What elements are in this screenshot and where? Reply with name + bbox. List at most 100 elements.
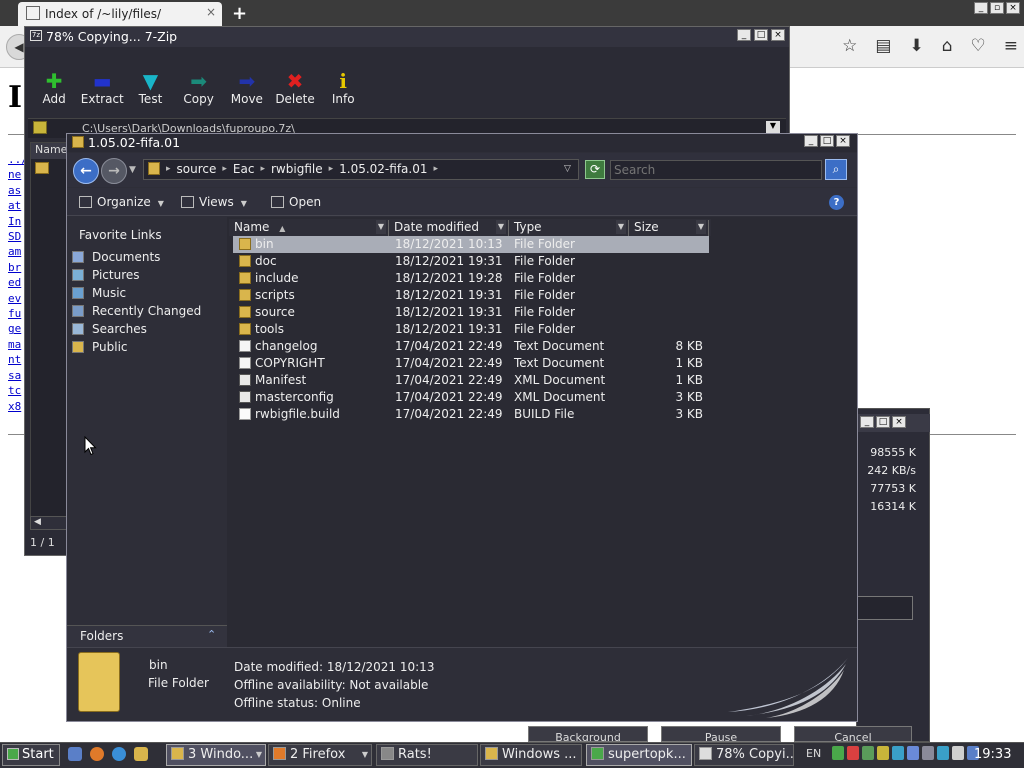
folder-up-icon[interactable] <box>33 121 47 134</box>
breadcrumb-item[interactable]: 1.05.02-fifa.01 <box>339 162 427 177</box>
back-button[interactable]: ← <box>73 158 99 184</box>
toolbar-delete-button[interactable]: ✖ Delete <box>271 70 319 106</box>
start-button[interactable]: Start <box>2 744 60 766</box>
star-icon[interactable]: ☆ <box>842 36 857 56</box>
chevron-right-icon[interactable]: ▸ <box>166 162 171 177</box>
security-icon[interactable] <box>847 746 859 760</box>
search-icon[interactable]: ⌕ <box>825 159 847 180</box>
breadcrumb-item[interactable]: Eac <box>233 162 255 177</box>
chevron-down-icon[interactable]: ▽ <box>564 164 571 174</box>
chevron-right-icon[interactable]: ▸ <box>222 162 227 177</box>
tray-icon[interactable] <box>907 746 919 760</box>
sidebar-item-music[interactable]: Music <box>72 286 126 300</box>
tray-icon[interactable] <box>892 746 904 760</box>
tab-close-icon[interactable]: × <box>206 5 216 19</box>
table-row[interactable]: include 18/12/2021 19:28 File Folder <box>233 270 709 287</box>
chevron-down-icon[interactable]: ▼ <box>376 220 386 234</box>
taskbar-button[interactable]: supertopk... <box>586 744 692 766</box>
tray-icon[interactable] <box>922 746 934 760</box>
column-header-type[interactable]: Type ▼ <box>509 220 629 236</box>
minimize-button[interactable]: _ <box>974 2 988 14</box>
maximize-button[interactable]: □ <box>820 135 834 147</box>
toolbar-test-button[interactable]: ▼ Test <box>126 70 174 106</box>
tray-icon[interactable] <box>832 746 844 760</box>
table-row[interactable]: bin 18/12/2021 10:13 File Folder <box>233 236 709 253</box>
table-row[interactable]: scripts 18/12/2021 19:31 File Folder <box>233 287 709 304</box>
pocket-icon[interactable]: ♡ <box>971 36 986 56</box>
column-header-date[interactable]: Date modified ▼ <box>389 220 509 236</box>
sidebar-item-recently-changed[interactable]: Recently Changed <box>72 304 201 318</box>
table-row[interactable]: tools 18/12/2021 19:31 File Folder <box>233 321 709 338</box>
menu-icon[interactable]: ≡ <box>1004 36 1018 56</box>
table-row[interactable]: changelog 17/04/2021 22:49 Text Document 8 … <box>233 338 709 355</box>
toolbar-add-button[interactable]: ✚ Add <box>30 70 78 106</box>
recent-pages-dropdown[interactable]: ▼ <box>129 165 136 175</box>
toolbar-info-button[interactable]: i Info <box>319 70 367 106</box>
refresh-button[interactable]: ⟳ <box>585 160 605 179</box>
7zip-column-name[interactable]: Name <box>31 143 67 159</box>
chevron-right-icon[interactable]: ▸ <box>433 162 438 177</box>
open-button[interactable]: Open <box>271 195 321 209</box>
taskbar-button[interactable]: Windows ... <box>480 744 582 766</box>
sidebar-item-documents[interactable]: Documents <box>72 250 160 264</box>
restore-button[interactable]: ▫ <box>990 2 1004 14</box>
close-button[interactable]: × <box>771 29 785 41</box>
maximize-button[interactable]: □ <box>876 416 890 428</box>
taskbar-button[interactable]: 78% Copyi... <box>694 744 794 766</box>
minimize-button[interactable]: _ <box>860 416 874 428</box>
browser-tab[interactable]: Index of /~lily/files/ × <box>18 2 222 26</box>
sidebar-item-public[interactable]: Public <box>72 340 128 354</box>
download-icon[interactable]: ⬇ <box>909 36 923 56</box>
background-button[interactable]: Background <box>528 726 648 742</box>
chevron-down-icon[interactable]: ▼ <box>496 220 506 234</box>
toolbar-move-button[interactable]: ➡ Move <box>223 70 271 106</box>
help-icon[interactable]: ? <box>829 195 844 210</box>
toolbar-copy-button[interactable]: ➡ Copy <box>175 70 223 106</box>
new-tab-button[interactable]: + <box>232 3 247 24</box>
network-icon[interactable] <box>937 746 949 760</box>
reading-list-icon[interactable]: ▤ <box>875 36 891 56</box>
table-row[interactable]: doc 18/12/2021 19:31 File Folder <box>233 253 709 270</box>
views-button[interactable]: Views ▼ <box>181 195 247 209</box>
close-button[interactable]: × <box>836 135 850 147</box>
chevron-down-icon[interactable]: ▼ <box>616 220 626 234</box>
language-indicator[interactable]: EN <box>806 747 821 760</box>
close-button[interactable]: × <box>1006 2 1020 14</box>
cancel-button[interactable]: Cancel <box>794 726 912 742</box>
chevron-right-icon[interactable]: ▸ <box>260 162 265 177</box>
chevron-up-icon[interactable]: ⌃ <box>207 628 216 641</box>
column-header-size[interactable]: Size ▼ <box>629 220 709 236</box>
maximize-button[interactable]: □ <box>754 29 768 41</box>
breadcrumb-item[interactable]: rwbigfile <box>271 162 323 177</box>
toolbar-extract-button[interactable]: ▬ Extract <box>78 70 126 106</box>
organize-button[interactable]: Organize ▼ <box>79 195 164 209</box>
search-input[interactable] <box>614 163 814 177</box>
sidebar-item-searches[interactable]: Searches <box>72 322 147 336</box>
table-row[interactable]: source 18/12/2021 19:31 File Folder <box>233 304 709 321</box>
minimize-button[interactable]: _ <box>737 29 751 41</box>
table-row[interactable]: rwbigfile.build 17/04/2021 22:49 BUILD Fil… <box>233 406 709 423</box>
table-row[interactable]: masterconfig 17/04/2021 22:49 XML Document… <box>233 389 709 406</box>
tray-icon[interactable] <box>862 746 874 760</box>
column-header-name[interactable]: Name ▲ ▼ <box>229 220 389 236</box>
pause-button[interactable]: Pause <box>661 726 781 742</box>
minimize-button[interactable]: _ <box>804 135 818 147</box>
home-icon[interactable]: ⌂ <box>942 36 953 56</box>
forward-button[interactable]: → <box>101 158 127 184</box>
media-player-icon[interactable] <box>134 747 148 761</box>
folder-icon[interactable] <box>35 162 49 174</box>
taskbar-button[interactable]: Rats! <box>376 744 478 766</box>
tray-icon[interactable] <box>877 746 889 760</box>
clock[interactable]: 19:33 <box>974 747 1011 762</box>
sidebar-item-pictures[interactable]: Pictures <box>72 268 140 282</box>
show-desktop-icon[interactable] <box>68 747 82 761</box>
breadcrumb-item[interactable]: source <box>177 162 217 177</box>
firefox-icon[interactable] <box>90 747 104 761</box>
7zip-horizontal-scrollbar[interactable]: ◀ <box>30 516 68 530</box>
internet-explorer-icon[interactable] <box>112 747 126 761</box>
chevron-right-icon[interactable]: ▸ <box>329 162 334 177</box>
taskbar-button[interactable]: 3 Windo... ▼ <box>166 744 266 766</box>
volume-icon[interactable] <box>952 746 964 760</box>
chevron-down-icon[interactable]: ▼ <box>766 121 780 133</box>
taskbar-button[interactable]: 2 Firefox ▼ <box>268 744 372 766</box>
